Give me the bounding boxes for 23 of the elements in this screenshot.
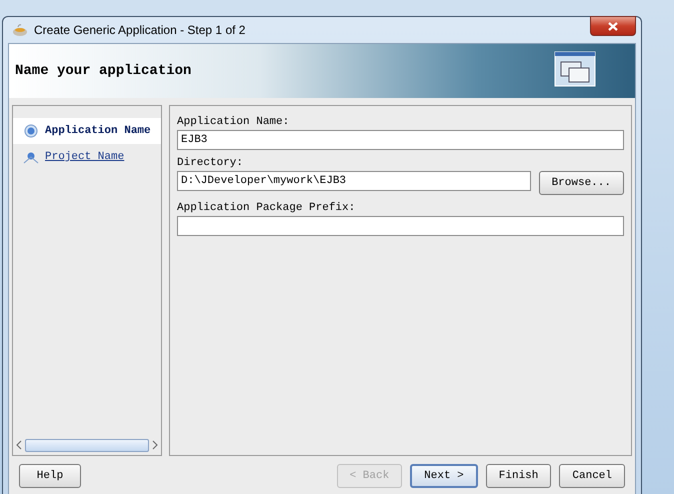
text-field[interactable] [177, 216, 624, 236]
horizontal-scrollbar[interactable] [25, 438, 149, 452]
close-button[interactable] [590, 16, 636, 36]
window-title: Create Generic Application - Step 1 of 2 [34, 23, 246, 37]
cup-icon [12, 23, 28, 37]
step-item[interactable]: Application Name [13, 118, 161, 144]
text-field[interactable]: D:\JDeveloper\mywork\EJB3 [177, 171, 531, 191]
step-node-icon [23, 124, 39, 138]
wizard-button[interactable]: Cancel [559, 464, 625, 488]
field-label: Application Name: [177, 116, 290, 128]
wizard-button[interactable]: Finish [486, 464, 552, 488]
step-item[interactable]: Project Name [13, 144, 161, 170]
text-field[interactable]: EJB3 [177, 130, 624, 150]
field-label: Directory: [177, 157, 244, 169]
scroll-right-icon[interactable] [151, 440, 159, 450]
field-label: Application Package Prefix: [177, 202, 356, 214]
wizard-button[interactable]: Next > [410, 464, 478, 488]
step-node-icon [23, 150, 39, 164]
banner-title: Name your application [15, 63, 192, 79]
scroll-left-icon[interactable] [15, 440, 23, 450]
help-button[interactable]: Help [19, 464, 81, 488]
browse-button[interactable]: Browse... [538, 171, 624, 195]
close-icon [608, 22, 618, 30]
